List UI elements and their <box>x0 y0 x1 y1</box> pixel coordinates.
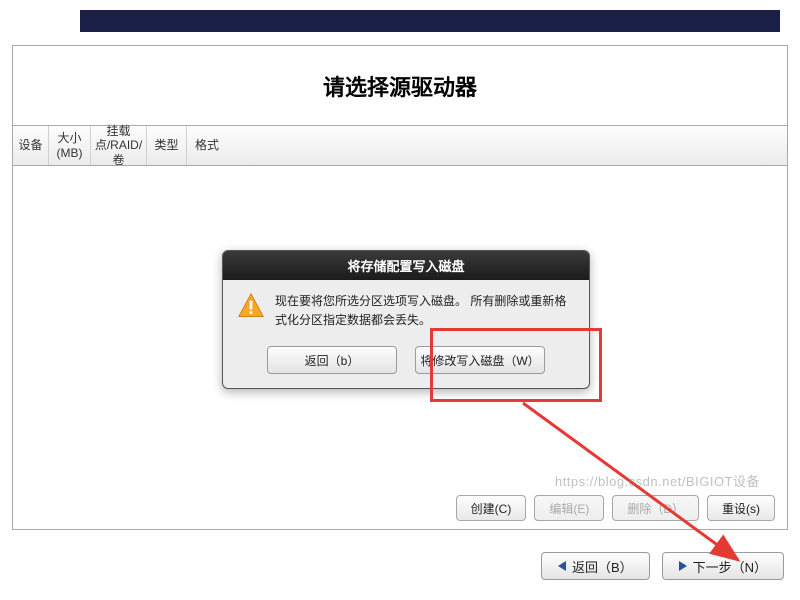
edit-button: 编辑(E) <box>534 495 604 521</box>
table-header: 设备 大小(MB) 挂载点/RAID/卷 类型 格式 <box>13 126 787 166</box>
window-title-bar <box>80 10 780 32</box>
watermark: https://blog.csdn.net/BIGIOT设备 <box>555 471 760 490</box>
col-type[interactable]: 类型 <box>147 126 187 165</box>
back-label: 返回（B） <box>572 557 633 576</box>
dialog-body: 现在要将您所选分区选项写入磁盘。 所有删除或重新格 式化分区指定数据都会丢失。 <box>223 280 589 338</box>
dialog-write-button[interactable]: 将修改写入磁盘（W） <box>415 346 545 374</box>
arrow-right-icon <box>679 561 687 571</box>
create-button[interactable]: 创建(C) <box>456 495 527 521</box>
confirm-dialog: 将存储配置写入磁盘 现在要将您所选分区选项写入磁盘。 所有删除或重新格 式化分区… <box>222 250 590 389</box>
arrow-left-icon <box>558 561 566 571</box>
col-size[interactable]: 大小(MB) <box>49 126 91 165</box>
delete-button: 删除（D） <box>612 495 699 521</box>
reset-button[interactable]: 重设(s) <box>707 495 775 521</box>
footer-nav: 返回（B） 下一步（N） <box>541 552 784 580</box>
dialog-title: 将存储配置写入磁盘 <box>223 251 589 280</box>
col-mount[interactable]: 挂载点/RAID/卷 <box>91 126 147 165</box>
action-row: 创建(C) 编辑(E) 删除（D） 重设(s) <box>456 495 775 521</box>
title-area: 请选择源驱动器 <box>13 46 787 126</box>
next-button[interactable]: 下一步（N） <box>662 552 784 580</box>
dialog-message: 现在要将您所选分区选项写入磁盘。 所有删除或重新格 式化分区指定数据都会丢失。 <box>275 292 566 330</box>
page-title: 请选择源驱动器 <box>323 70 477 102</box>
back-button[interactable]: 返回（B） <box>541 552 650 580</box>
dialog-buttons: 返回（b） 将修改写入磁盘（W） <box>223 338 589 388</box>
warning-icon <box>237 292 265 320</box>
col-device[interactable]: 设备 <box>13 126 49 165</box>
next-label: 下一步（N） <box>693 557 767 576</box>
col-format[interactable]: 格式 <box>187 126 227 165</box>
dialog-back-button[interactable]: 返回（b） <box>267 346 397 374</box>
